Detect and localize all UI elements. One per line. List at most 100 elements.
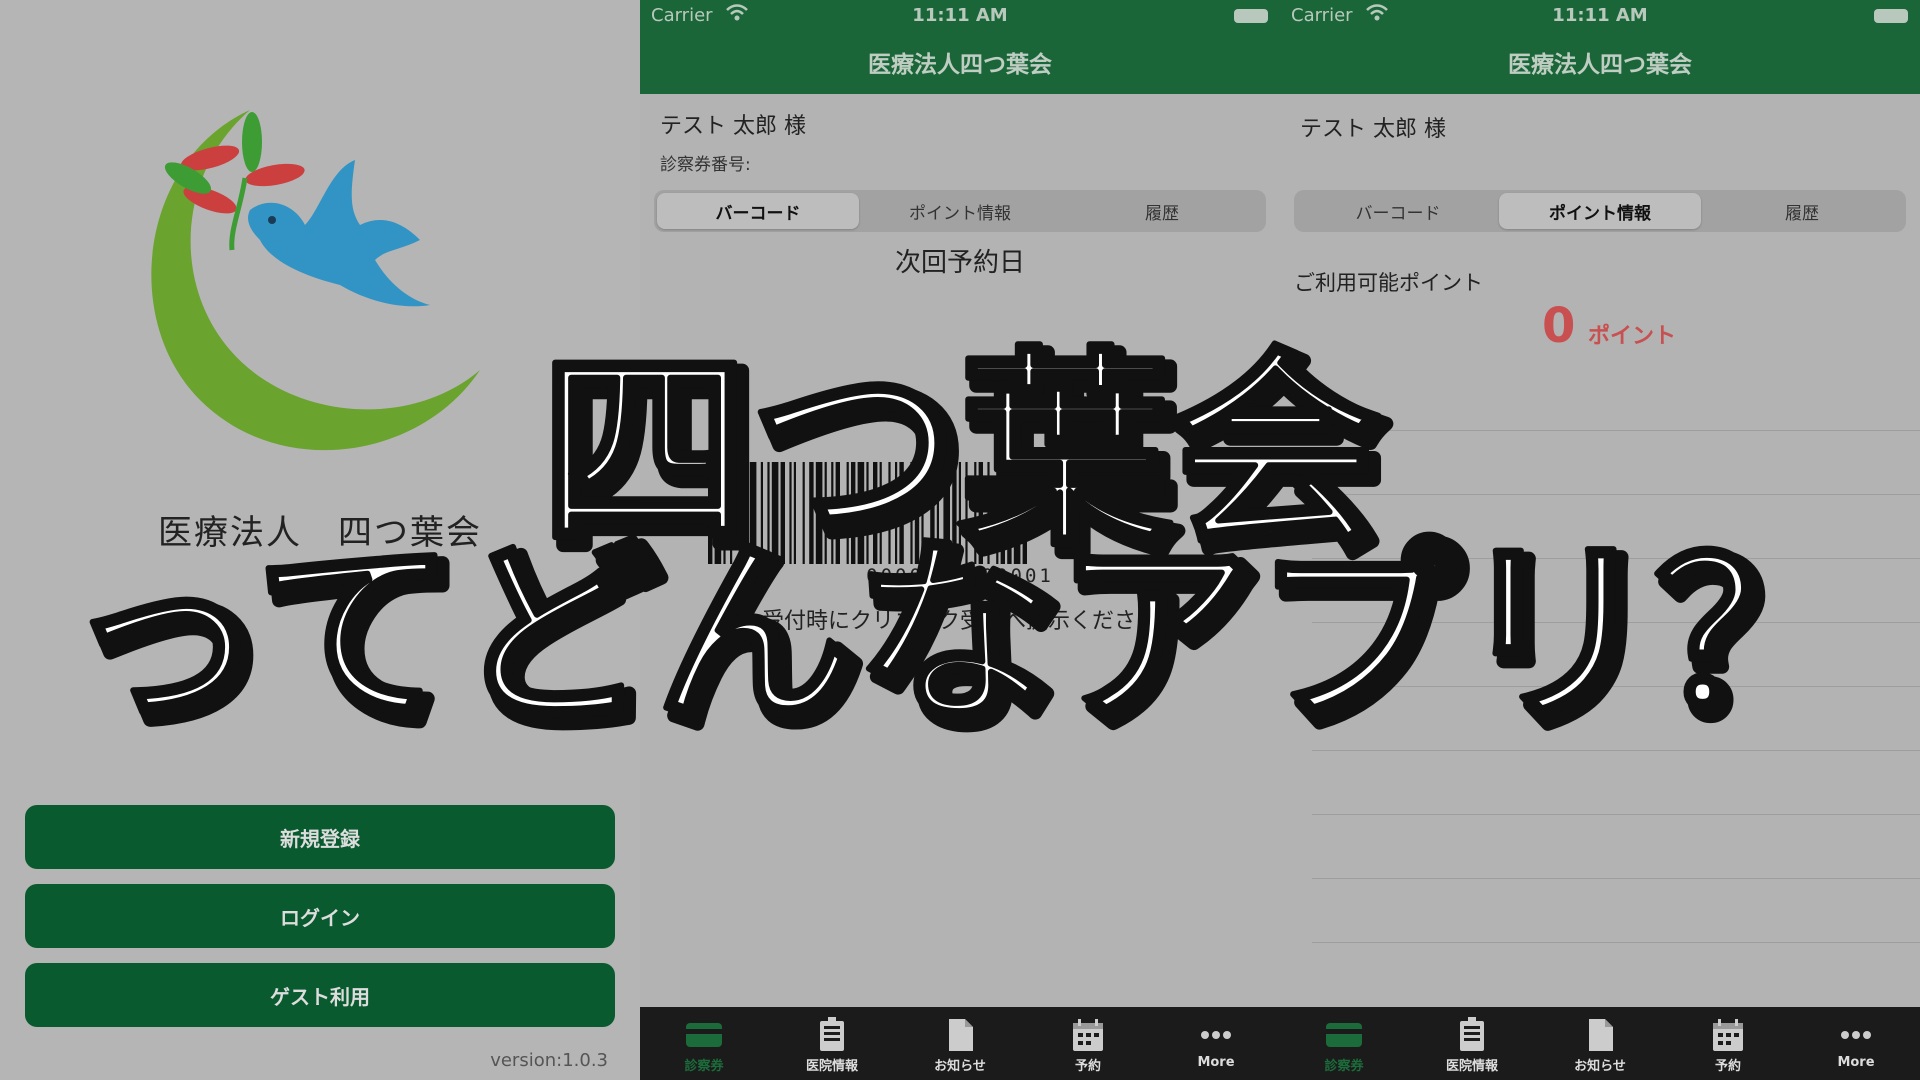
barcode-bar	[958, 462, 961, 564]
barcode-bar	[851, 462, 856, 564]
user-name: テスト 太郎 様	[1300, 117, 1446, 142]
tab-bar-item[interactable]: お知らせ	[896, 1007, 1024, 1080]
document-icon	[949, 1019, 973, 1051]
guest-button[interactable]: ゲスト利用	[25, 963, 615, 1027]
version-label: version:1.0.3	[490, 1050, 608, 1071]
tab-barcode[interactable]: バーコード	[657, 193, 859, 229]
list-divider	[1312, 814, 1920, 815]
tab-points[interactable]: ポイント情報	[1499, 193, 1701, 229]
list-divider	[1312, 686, 1920, 687]
tab-bar-item[interactable]: More	[1152, 1007, 1280, 1080]
barcode-bar	[802, 462, 805, 564]
tab-bar-item[interactable]: お知らせ	[1536, 1007, 1664, 1080]
tab-bar-label: 予約	[1714, 1059, 1741, 1074]
document-icon	[1589, 1019, 1613, 1051]
barcode-bar	[978, 462, 983, 564]
register-button[interactable]: 新規登録	[25, 805, 615, 869]
tab-bar-item[interactable]: More	[1792, 1007, 1920, 1080]
battery-icon	[1874, 9, 1908, 23]
barcode-bar	[1022, 462, 1027, 564]
present-instruction: 受付時にクリニック受付へ提示ください	[761, 609, 1158, 634]
list-divider	[1312, 942, 1920, 943]
user-name: テスト 太郎 様	[660, 114, 806, 139]
barcode-bar	[815, 462, 823, 564]
tab-barcode[interactable]: バーコード	[1297, 193, 1499, 229]
barcode-bar	[771, 462, 779, 564]
tab-bar-label: お知らせ	[934, 1059, 986, 1074]
nav-title: 医療法人四つ葉会	[640, 30, 1280, 94]
barcode-bar	[974, 462, 977, 564]
tab-points[interactable]: ポイント情報	[859, 193, 1061, 229]
tab-bar-label: 予約	[1074, 1059, 1101, 1074]
segmented-control: バーコード ポイント情報 履歴	[654, 190, 1266, 232]
list-divider	[1312, 878, 1920, 879]
tab-bar-item[interactable]: 予約	[1664, 1007, 1792, 1080]
tab-bar-label: 診察券	[1324, 1059, 1364, 1074]
org-name: 医療法人 四つ葉会	[158, 513, 482, 553]
barcode-bar	[879, 462, 882, 564]
login-button[interactable]: ログイン	[25, 884, 615, 948]
tab-bar-label: お知らせ	[1574, 1059, 1626, 1074]
barcode-bar	[943, 462, 950, 564]
card-icon	[686, 1023, 722, 1047]
points-available-label: ご利用可能ポイント	[1294, 271, 1483, 295]
points-unit: ポイント	[1588, 324, 1677, 349]
calendar-icon	[1713, 1019, 1743, 1051]
building-icon	[820, 1017, 844, 1051]
list-divider	[1312, 622, 1920, 623]
tab-bar-item[interactable]: 診察券	[640, 1007, 768, 1080]
tab-bar-label: 医院情報	[805, 1059, 858, 1074]
barcode-number: 0000000000001	[866, 565, 1054, 587]
barcode-bar	[921, 462, 924, 564]
list-divider	[1312, 494, 1920, 495]
barcode-bar	[809, 462, 814, 564]
tab-bar-item[interactable]: 医院情報	[768, 1007, 896, 1080]
tab-bar: 診察券 医院情報 お知らせ 予約 More	[1280, 1007, 1920, 1080]
card-icon	[1326, 1023, 1362, 1047]
tab-bar-item[interactable]: 医院情報	[1408, 1007, 1536, 1080]
barcode-bar	[914, 462, 920, 564]
barcode-bar	[888, 462, 891, 564]
barcode-bar	[936, 462, 939, 564]
clinic-logo	[151, 110, 480, 451]
barcode-bar	[965, 462, 968, 564]
barcode-bar	[793, 462, 796, 564]
barcode-bar	[873, 462, 878, 564]
barcode-bar	[866, 462, 869, 564]
login-screen: 医療法人 四つ葉会 新規登録 ログイン ゲスト利用 version:1.0.3	[0, 0, 640, 1080]
barcode-bar	[723, 462, 726, 564]
building-icon	[1460, 1017, 1484, 1051]
list-divider	[1312, 430, 1920, 431]
battery-icon	[1234, 9, 1268, 23]
points-value: 0	[1542, 298, 1576, 354]
tab-bar-label: More	[1197, 1055, 1235, 1070]
barcode-bar	[996, 462, 999, 564]
more-icon	[1201, 1031, 1231, 1039]
barcode-bar	[1013, 462, 1021, 564]
tab-history[interactable]: 履歴	[1061, 193, 1263, 229]
barcode-bar	[749, 462, 757, 564]
tab-bar-label: 医院情報	[1445, 1059, 1498, 1074]
barcode-bar	[857, 462, 865, 564]
barcode-bar	[1000, 462, 1005, 564]
barcode-bar	[824, 462, 827, 564]
barcode-bar	[1007, 462, 1012, 564]
barcode-bar	[895, 462, 898, 564]
next-appointment-label: 次回予約日	[894, 248, 1025, 278]
barcode-bar	[846, 462, 849, 564]
tab-history[interactable]: 履歴	[1701, 193, 1903, 229]
barcode-bar	[780, 462, 785, 564]
tab-bar-item[interactable]: 診察券	[1280, 1007, 1408, 1080]
barcode-bar	[910, 462, 913, 564]
tab-bar-item[interactable]: 予約	[1024, 1007, 1152, 1080]
barcode-screen: Carrier 11:11 AM 医療法人四つ葉会 テスト 太郎 様 診察券番号…	[640, 0, 1280, 1080]
nav-title: 医療法人四つ葉会	[1280, 30, 1920, 94]
barcode-bar	[767, 462, 770, 564]
barcode-bar	[987, 462, 990, 564]
card-number-label: 診察券番号:	[660, 155, 751, 175]
segmented-control: バーコード ポイント情報 履歴	[1294, 190, 1906, 232]
barcode-bar	[831, 462, 834, 564]
barcode-bar	[930, 462, 935, 564]
tab-bar: 診察券 医院情報 お知らせ 予約 More	[640, 1007, 1280, 1080]
barcode-bar	[730, 462, 733, 564]
